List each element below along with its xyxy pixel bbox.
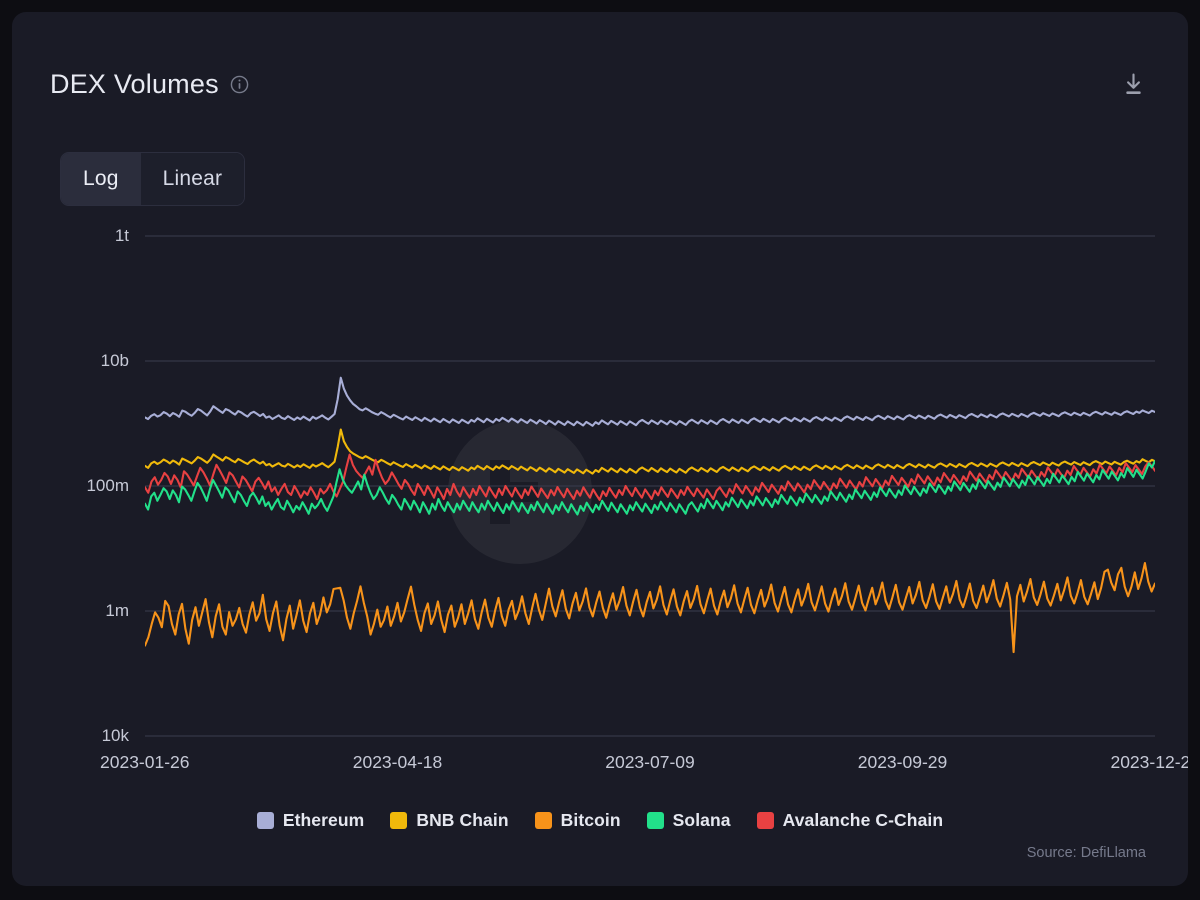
legend-swatch-icon	[757, 812, 774, 829]
screenshot-root: DEX Volumes Log Linear	[0, 0, 1200, 900]
scale-toggle-group[interactable]: Log Linear	[60, 152, 245, 206]
legend-item-avalanche-c-chain[interactable]: Avalanche C-Chain	[757, 810, 944, 831]
watermark-logo	[448, 420, 592, 564]
x-axis-tick-label: 2023-12-21	[1110, 752, 1188, 772]
y-axis-tick-label: 10k	[102, 726, 130, 745]
series-line-ethereum	[145, 378, 1155, 426]
info-circle-icon[interactable]	[230, 75, 249, 94]
legend-swatch-icon	[535, 812, 552, 829]
chart-legend: Ethereum BNB Chain Bitcoin Solana Avalanche …	[12, 810, 1188, 831]
y-axis-tick-label: 10b	[101, 351, 129, 370]
x-axis-tick-label: 2023-04-18	[353, 752, 443, 772]
source-attribution: Source: DefiLlama	[1027, 845, 1146, 861]
dex-volumes-card: DEX Volumes Log Linear	[12, 12, 1188, 886]
dex-volumes-line-chart: 1t10b100m1m10k 2023-01-262023-04-182023-…	[12, 222, 1188, 782]
legend-item-solana[interactable]: Solana	[647, 810, 731, 831]
y-axis-labels: 1t 10b 100m 1m 10k	[86, 226, 129, 745]
y-axis-tick-label: 1m	[105, 601, 129, 620]
legend-label: Ethereum	[283, 810, 365, 831]
y-axis-tick-label: 100m	[86, 476, 129, 495]
x-axis-tick-label: 2023-07-09	[605, 752, 695, 772]
chart-plot-area[interactable]: 1t10b100m1m10k 2023-01-262023-04-182023-…	[12, 222, 1188, 782]
x-axis-labels: 2023-01-26 2023-04-18 2023-07-09 2023-09-29…	[100, 752, 1188, 772]
legend-swatch-icon	[257, 812, 274, 829]
page-title: DEX Volumes	[50, 71, 219, 98]
download-icon[interactable]	[1116, 67, 1150, 101]
x-axis-tick-label: 2023-09-29	[858, 752, 948, 772]
card-header: DEX Volumes	[50, 62, 1150, 106]
series-line-bnb-chain	[145, 430, 1155, 474]
gridlines	[145, 236, 1155, 736]
series-line-bitcoin	[145, 563, 1155, 652]
scale-toggle-log[interactable]: Log	[61, 153, 141, 205]
legend-item-bitcoin[interactable]: Bitcoin	[535, 810, 621, 831]
legend-label: Solana	[673, 810, 731, 831]
x-axis-tick-label: 2023-01-26	[100, 752, 190, 772]
legend-label: Bitcoin	[561, 810, 621, 831]
legend-swatch-icon	[390, 812, 407, 829]
legend-label: Avalanche C-Chain	[783, 810, 944, 831]
legend-label: BNB Chain	[416, 810, 508, 831]
legend-swatch-icon	[647, 812, 664, 829]
title-group: DEX Volumes	[50, 71, 249, 98]
legend-item-bnb-chain[interactable]: BNB Chain	[390, 810, 508, 831]
legend-item-ethereum[interactable]: Ethereum	[257, 810, 365, 831]
scale-toggle-linear[interactable]: Linear	[141, 153, 245, 205]
y-axis-tick-label: 1t	[115, 226, 129, 245]
